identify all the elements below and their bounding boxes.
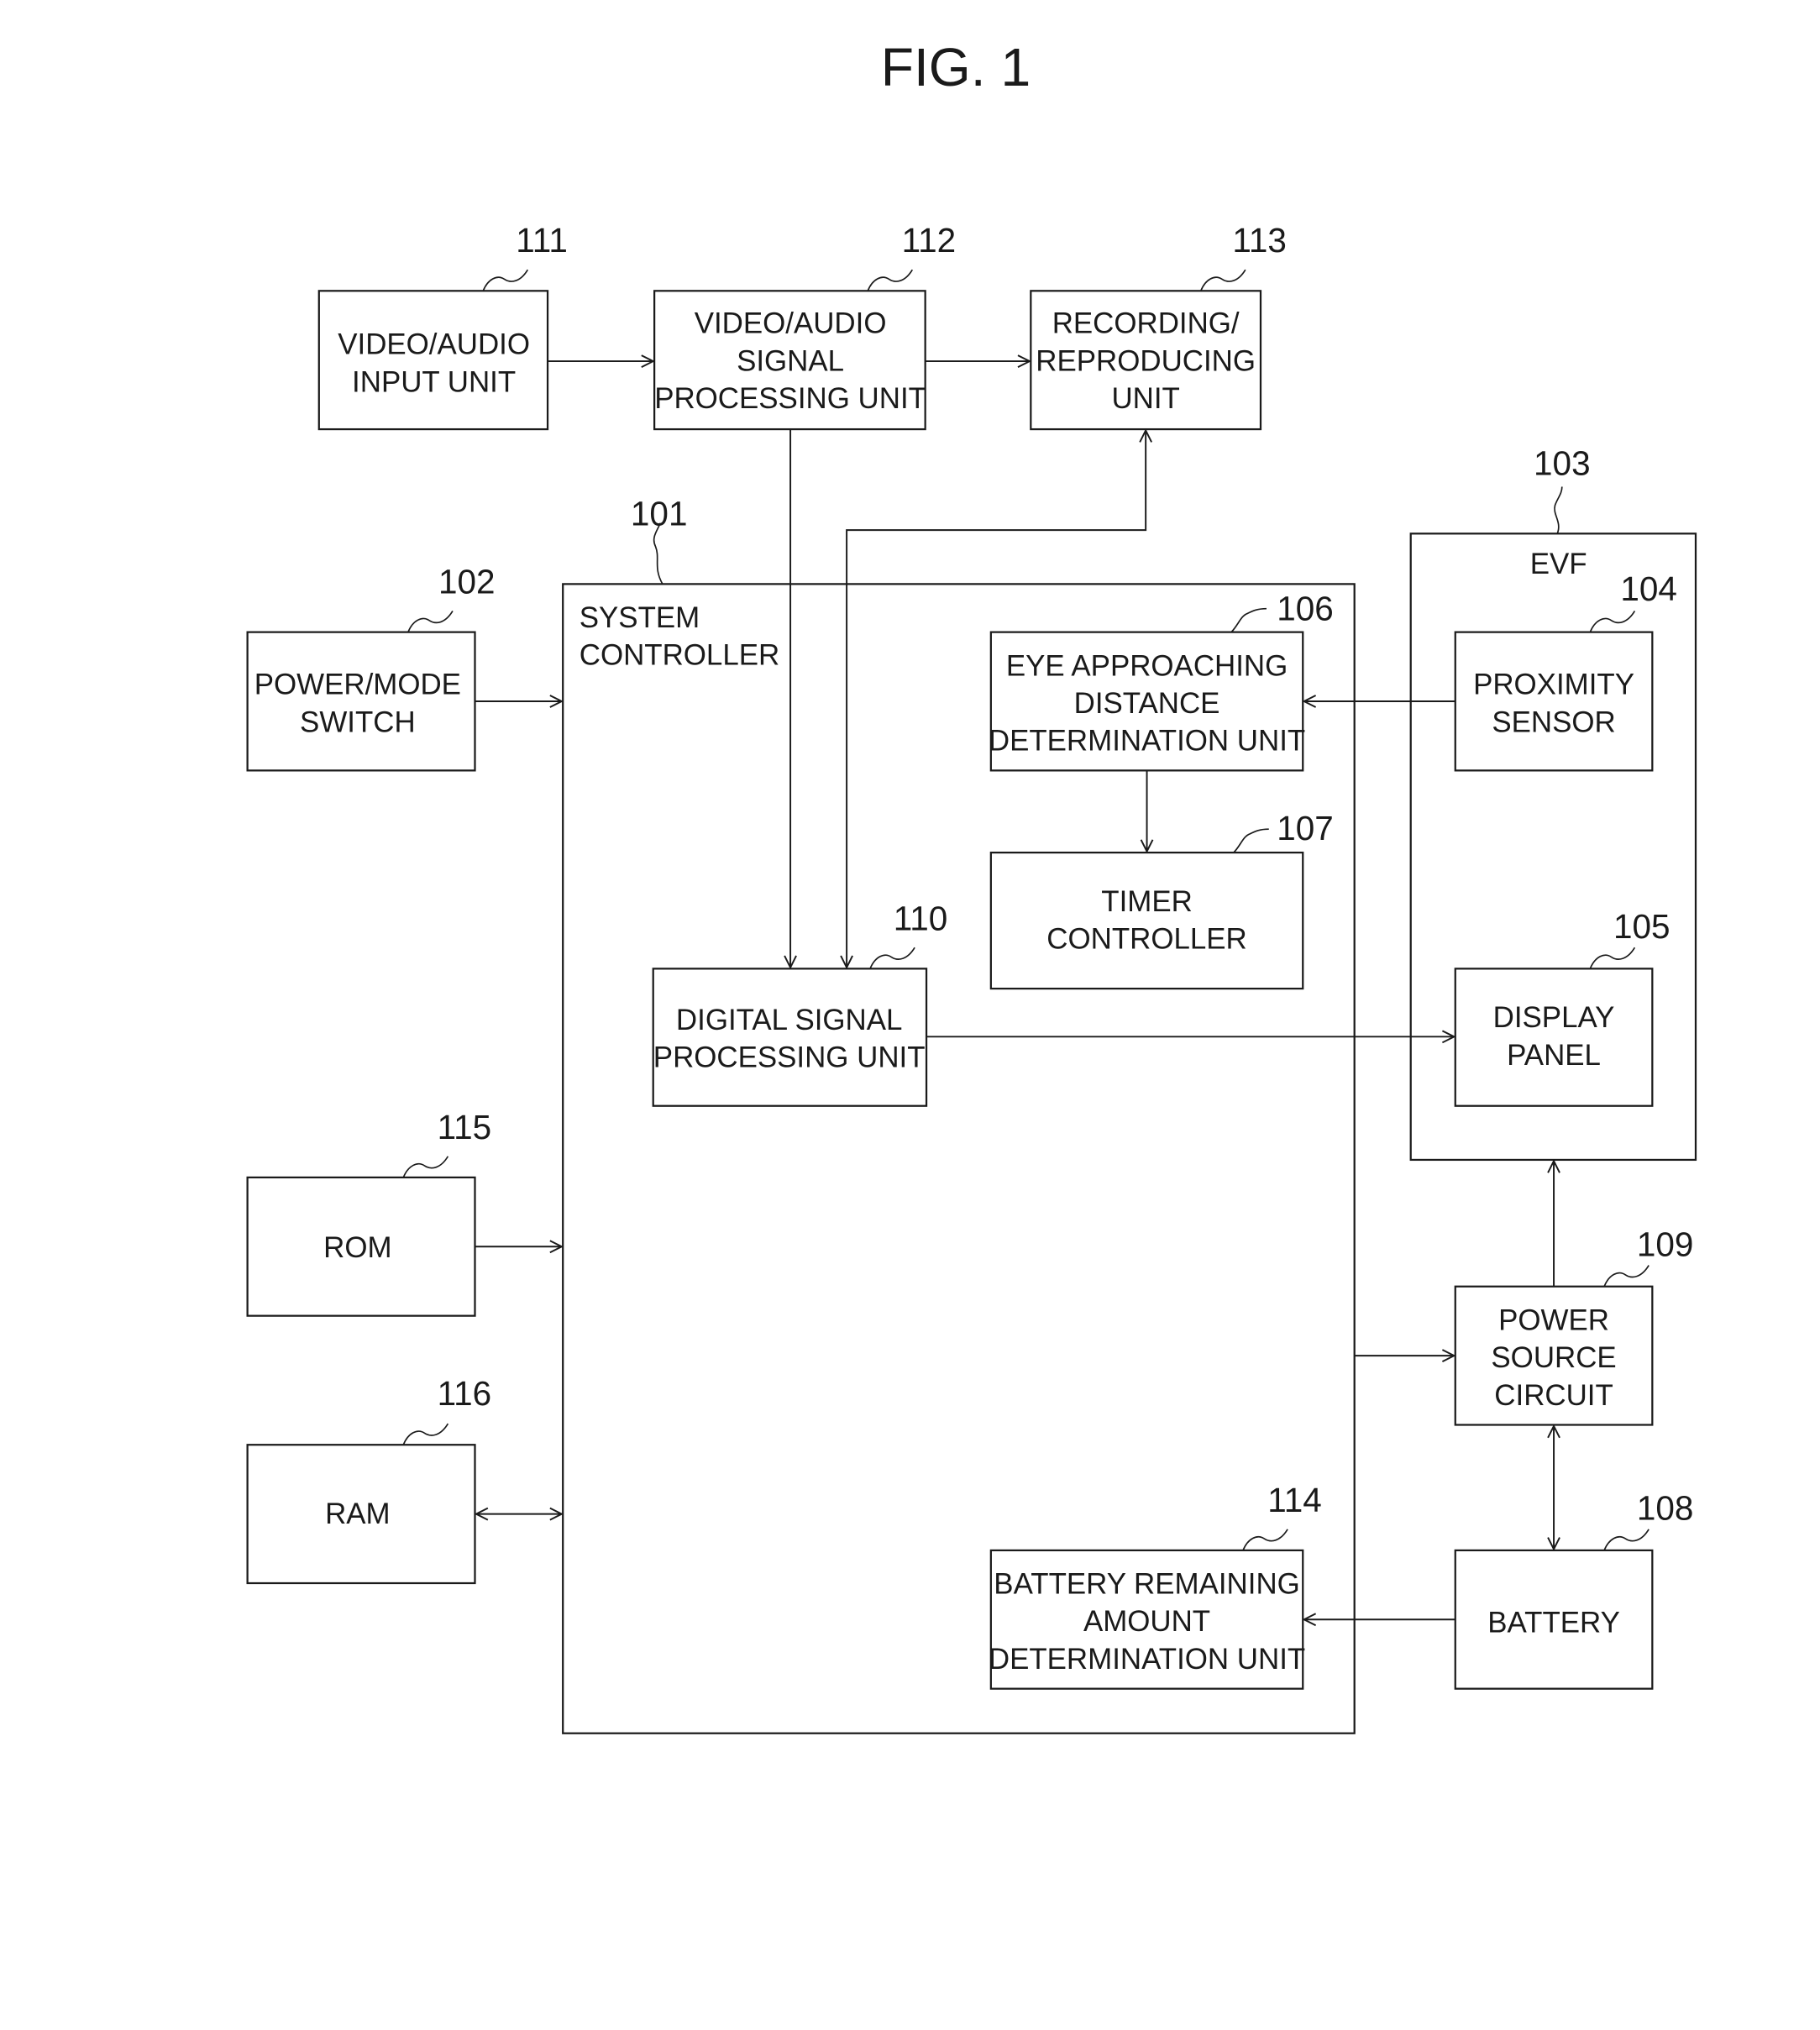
video-audio-input-block: VIDEO/AUDIO INPUT UNIT 111 bbox=[317, 221, 568, 431]
ref-number: 115 bbox=[438, 1108, 492, 1146]
block-label-line: PROCESSING UNIT bbox=[653, 1041, 926, 1074]
block-label-line: CONTROLLER bbox=[580, 639, 779, 672]
ram-block: RAM 116 bbox=[246, 1374, 492, 1585]
block-label-line: SOURCE bbox=[1491, 1341, 1616, 1374]
block-label-line: RECORDING/ bbox=[1052, 307, 1240, 340]
recording-reproducing-block: RECORDING/ REPRODUCING UNIT 113 bbox=[1030, 221, 1287, 431]
block-label-line: RAM bbox=[325, 1498, 391, 1530]
leader-line bbox=[402, 1156, 449, 1178]
ref-number: 109 bbox=[1637, 1225, 1694, 1263]
block-label-line: SIGNAL bbox=[737, 344, 844, 377]
ref-number: 112 bbox=[902, 221, 957, 260]
proximity-sensor-box bbox=[1454, 631, 1654, 772]
battery-block: BATTERY 108 bbox=[1454, 1489, 1694, 1690]
ref-number: 106 bbox=[1277, 590, 1334, 628]
timer-controller-box bbox=[989, 852, 1304, 990]
block-label-line: DETERMINATION UNIT bbox=[989, 725, 1305, 758]
ref-number: 103 bbox=[1534, 444, 1591, 483]
block-label-line: BATTERY REMAINING bbox=[994, 1568, 1299, 1601]
digital-signal-processing-box bbox=[652, 968, 928, 1107]
leader-line bbox=[867, 269, 914, 291]
ref-number: 102 bbox=[438, 563, 496, 601]
ref-number: 107 bbox=[1277, 809, 1334, 847]
ref-number: 108 bbox=[1637, 1489, 1694, 1528]
block-label-line: EYE APPROACHING bbox=[1006, 649, 1288, 682]
block-label-line: DIGITAL SIGNAL bbox=[676, 1004, 902, 1036]
block-label-line: POWER bbox=[1498, 1304, 1609, 1336]
block-label-line: TIMER bbox=[1101, 885, 1193, 918]
block-label-line: SENSOR bbox=[1492, 706, 1615, 738]
power-source-circuit-block: POWER SOURCE CIRCUIT 109 bbox=[1454, 1225, 1694, 1426]
block-label-line: VIDEO/AUDIO bbox=[695, 307, 887, 340]
block-label-line: AMOUNT bbox=[1083, 1605, 1210, 1638]
ref-number: 104 bbox=[1620, 569, 1677, 608]
figure-title: FIG. 1 bbox=[881, 37, 1031, 97]
leader-line bbox=[1603, 1265, 1650, 1288]
block-label-line: PANEL bbox=[1507, 1039, 1601, 1072]
rom-block: ROM 115 bbox=[246, 1108, 492, 1317]
block-label-line: CONTROLLER bbox=[1046, 923, 1246, 956]
video-audio-signal-processing-block: VIDEO/AUDIO SIGNAL PROCESSING UNIT 112 bbox=[653, 221, 957, 431]
leader-line bbox=[402, 1423, 449, 1445]
ref-number: 105 bbox=[1613, 907, 1671, 946]
block-label-line: VIDEO/AUDIO bbox=[338, 328, 530, 361]
block-label-line: CIRCUIT bbox=[1494, 1379, 1613, 1412]
block-label-line: DETERMINATION UNIT bbox=[989, 1643, 1305, 1676]
block-label-line: SYSTEM bbox=[580, 601, 700, 634]
ref-number: 111 bbox=[516, 221, 568, 260]
ref-number: 113 bbox=[1232, 221, 1287, 260]
block-label-line: INPUT UNIT bbox=[352, 365, 516, 398]
block-label-line: DISPLAY bbox=[1493, 1001, 1615, 1034]
block-label-line: PROCESSING UNIT bbox=[654, 382, 926, 415]
block-label-line: REPRODUCING bbox=[1036, 344, 1256, 377]
ref-number: 110 bbox=[894, 899, 948, 937]
block-diagram: FIG. 1 SYSTEM CONTROLLER 101 EVF 103 VID… bbox=[246, 37, 1697, 1734]
leader-line bbox=[1199, 269, 1246, 291]
block-label-line: BATTERY bbox=[1487, 1607, 1620, 1639]
block-label-line: PROXIMITY bbox=[1473, 669, 1634, 701]
power-mode-switch-block: POWER/MODE SWITCH 102 bbox=[246, 563, 496, 772]
block-label-line: POWER/MODE bbox=[254, 669, 461, 701]
block-label-line: ROM bbox=[323, 1231, 391, 1264]
leader-line bbox=[1603, 1529, 1650, 1551]
block-label-line: SWITCH bbox=[300, 706, 416, 738]
leader-line bbox=[482, 269, 529, 291]
ref-number: 114 bbox=[1267, 1481, 1322, 1519]
block-label-line: UNIT bbox=[1111, 382, 1179, 415]
leader-line bbox=[407, 611, 454, 632]
display-panel-box bbox=[1454, 968, 1654, 1107]
block-label-line: EVF bbox=[1530, 548, 1587, 580]
leader-line bbox=[1554, 486, 1563, 534]
power-mode-switch-box bbox=[246, 631, 476, 772]
ref-number: 116 bbox=[438, 1374, 492, 1413]
block-label-line: DISTANCE bbox=[1074, 687, 1220, 720]
ref-number: 101 bbox=[631, 495, 688, 533]
